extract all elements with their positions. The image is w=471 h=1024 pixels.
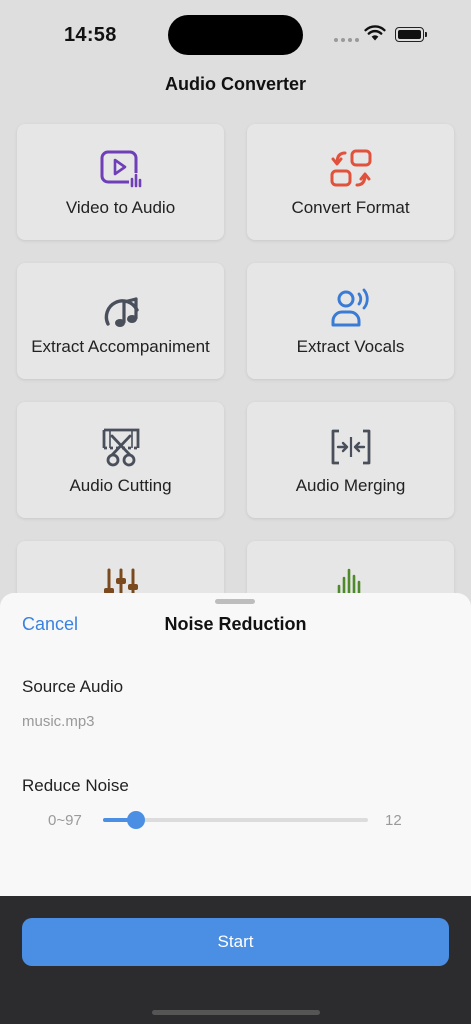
noise-reduction-sheet: Cancel Noise Reduction Source Audio musi… [0,593,471,896]
cancel-button[interactable]: Cancel [22,614,78,635]
vocals-icon [331,288,369,327]
slider-thumb[interactable] [126,811,145,829]
slider-range-label: 0~97 [48,812,82,829]
start-button[interactable]: Start [22,918,449,966]
reduce-noise-label: Reduce Noise [22,776,129,795]
slider-value-label: 12 [385,812,402,829]
status-time: 14:58 [64,24,117,46]
scissors-icon [102,428,139,467]
tool-label: Video to Audio [65,198,176,217]
tool-audio-cutting[interactable]: Audio Cutting [17,402,224,518]
tool-label: Extract Accompaniment [31,337,210,356]
status-bar: 14:58 [0,0,471,70]
dynamic-island [168,15,303,55]
home-indicator [152,1010,320,1015]
video-to-audio-icon [100,150,142,188]
merge-icon [331,429,370,465]
tool-grid: Video to Audio Convert Format Extract Ac… [17,124,454,657]
music-note-icon [104,297,139,327]
tool-label: Extract Vocals [296,337,405,356]
source-file-name: music.mp3 [22,713,95,730]
tool-label: Audio Cutting [69,476,172,495]
bottom-bar: Start [0,896,471,1024]
tool-extract-vocals[interactable]: Extract Vocals [247,263,454,379]
tool-convert-format[interactable]: Convert Format [247,124,454,240]
sheet-grabber[interactable] [215,599,255,604]
wifi-icon [364,25,386,41]
tool-audio-merging[interactable]: Audio Merging [247,402,454,518]
cellular-signal-icon [334,38,359,42]
convert-format-icon [330,149,371,187]
tool-label: Audio Merging [295,476,406,495]
noise-slider[interactable] [103,811,368,829]
tool-video-to-audio[interactable]: Video to Audio [17,124,224,240]
tool-label: Convert Format [291,198,410,217]
battery-icon [395,27,427,42]
app-title: Audio Converter [164,74,306,94]
tool-extract-accompaniment[interactable]: Extract Accompaniment [17,263,224,379]
source-audio-label: Source Audio [22,677,124,696]
